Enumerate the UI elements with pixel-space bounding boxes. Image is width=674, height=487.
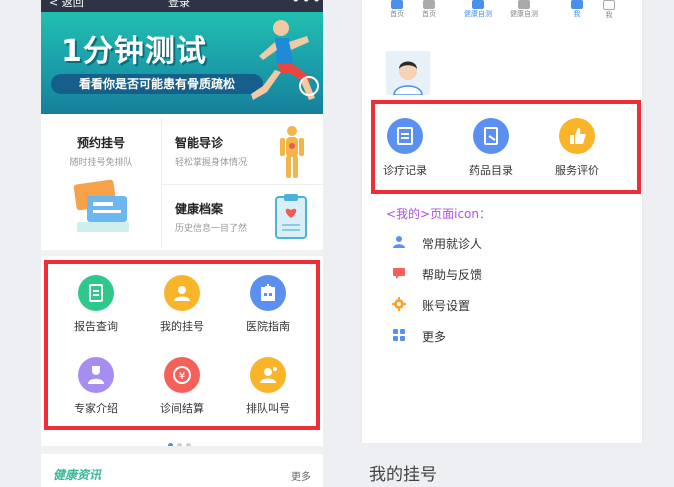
banner-headline: 1分钟测试	[61, 34, 207, 69]
section-divider	[41, 250, 323, 256]
service-smart-guide[interactable]: 智能导诊 轻松掌握身体情况	[175, 134, 247, 168]
right-phone-screen: 首页 首页 健康自测 健康自测 我 我 诊疗记录 药品目录 服务评价 <我的>页…	[362, 0, 642, 443]
queue-icon[interactable]	[250, 357, 286, 393]
tab-label: 我	[605, 11, 613, 19]
grid-label[interactable]: 专家介绍	[56, 400, 136, 416]
tab-home-active[interactable]: 首页	[382, 0, 412, 19]
grid-label[interactable]: 我的挂号	[142, 318, 222, 334]
service-health-record[interactable]: 健康档案 历史信息一目了然	[175, 200, 247, 234]
grid-label[interactable]: 医院指南	[228, 318, 308, 334]
service-desc: 轻松掌握身体情况	[175, 158, 248, 168]
clipboard-icon	[275, 194, 307, 239]
yuan-icon[interactable]: ¥	[164, 357, 200, 393]
back-button[interactable]: < 返回	[49, 0, 84, 10]
runner-icon	[251, 20, 319, 100]
more-menu-button[interactable]: •••	[291, 0, 322, 9]
tab-self-test-active[interactable]: 健康自测	[458, 0, 498, 19]
home-icon	[391, 0, 403, 9]
artboard-caption: 我的挂号	[369, 465, 437, 485]
more-grid-icon	[393, 329, 405, 341]
report-icon[interactable]	[78, 275, 114, 311]
service-title: 健康档案	[175, 202, 224, 216]
shortcut-label[interactable]: 诊疗记录	[370, 162, 440, 178]
grid-label[interactable]: 排队叫号	[228, 400, 308, 416]
service-appointment[interactable]: 预约挂号 随时挂号免排队	[63, 134, 139, 168]
tab-home[interactable]: 首页	[414, 0, 444, 19]
news-more-link[interactable]: 更多	[291, 468, 311, 483]
tab-label: 首页	[422, 10, 436, 18]
registration-icon[interactable]	[164, 275, 200, 311]
service-panel: 预约挂号 随时挂号免排队 智能导诊 轻松掌握身体情况 健康档案 历史信息一目了然	[41, 114, 323, 250]
menu-label: 账号设置	[422, 299, 471, 313]
menu-label: 帮助与反馈	[422, 268, 483, 282]
thumbs-up-icon[interactable]	[559, 118, 595, 154]
section-divider	[41, 446, 323, 454]
appointment-card-icon	[73, 179, 129, 232]
service-title: 预约挂号	[76, 136, 125, 150]
grid-label[interactable]: 报告查询	[56, 318, 136, 334]
left-phone-screen: < 返回 登录 ••• 1分钟测试 看看你是否可能患有骨质疏松 预约挂号 随时挂…	[41, 0, 323, 487]
service-desc: 历史信息一目了然	[175, 224, 248, 234]
tab-label: 健康自测	[464, 10, 492, 18]
page-icon-note: <我的>页面icon：	[386, 207, 491, 221]
feedback-icon	[393, 268, 405, 279]
grid-label[interactable]: 诊间结算	[142, 400, 222, 416]
menu-label: 更多	[422, 330, 447, 344]
menu-label: 常用就诊人	[422, 237, 483, 251]
tab-label: 我	[573, 10, 581, 18]
medical-record-icon[interactable]	[387, 118, 423, 154]
doctor-icon[interactable]	[78, 357, 114, 393]
tab-self-test[interactable]: 健康自测	[504, 0, 544, 19]
tab-label: 健康自测	[510, 10, 538, 18]
patient-icon	[393, 236, 405, 248]
body-figure-icon	[280, 126, 304, 178]
person-icon	[603, 0, 615, 10]
settings-icon	[392, 297, 406, 311]
news-title: 健康资讯	[53, 468, 102, 482]
test-banner[interactable]: 1分钟测试 看看你是否可能患有骨质疏松	[41, 12, 323, 114]
pulse-icon	[518, 0, 530, 9]
nav-bar: < 返回 登录 •••	[41, 0, 323, 12]
service-title: 智能导诊	[175, 136, 224, 150]
nav-title: 登录	[168, 0, 190, 9]
person-icon	[571, 0, 583, 9]
pulse-icon	[472, 0, 484, 9]
service-desc: 随时挂号免排队	[69, 158, 133, 168]
home-icon	[423, 0, 435, 9]
tab-label: 首页	[390, 10, 404, 18]
svg-text:¥: ¥	[179, 371, 185, 382]
shortcut-label[interactable]: 药品目录	[456, 162, 526, 178]
news-header: 健康资讯 更多	[41, 458, 323, 487]
banner-subline: 看看你是否可能患有骨质疏松	[51, 74, 263, 94]
avatar[interactable]	[386, 51, 430, 95]
drug-catalog-icon[interactable]	[473, 118, 509, 154]
shortcut-label[interactable]: 服务评价	[542, 162, 612, 178]
tab-me-active[interactable]: 我	[562, 0, 592, 19]
tab-me[interactable]: 我	[594, 0, 624, 20]
hospital-guide-icon[interactable]	[250, 275, 286, 311]
